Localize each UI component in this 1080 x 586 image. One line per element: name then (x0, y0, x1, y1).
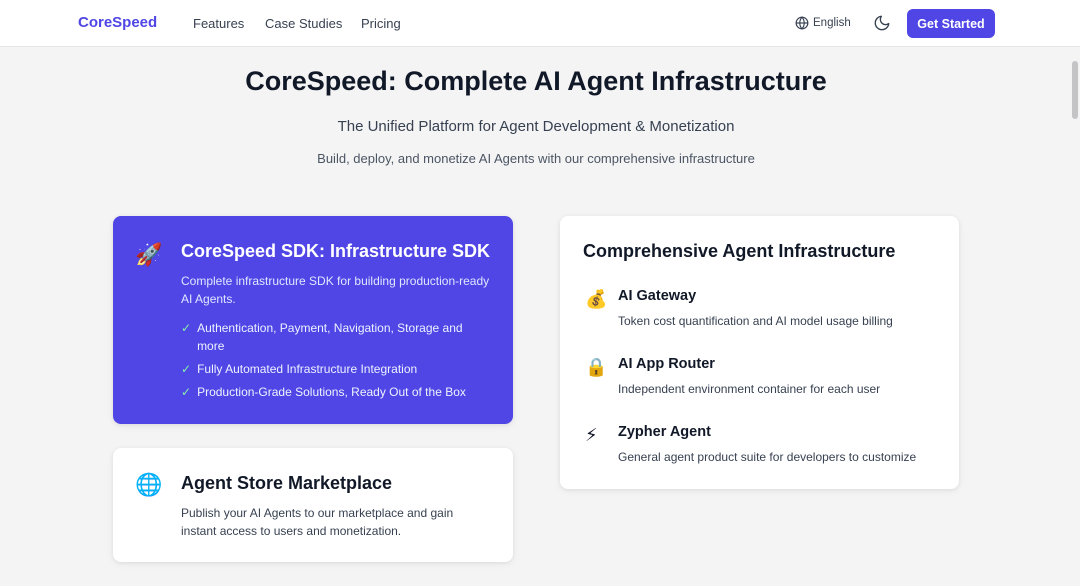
infra-item-ai-gateway: 💰 AI Gateway Token cost quantification a… (583, 288, 943, 338)
infra-item-description: General agent product suite for develope… (618, 450, 917, 464)
infra-card-title: Comprehensive Agent Infrastructure (583, 241, 896, 261)
feature-text: Fully Automated Infrastructure Integrati… (197, 362, 418, 376)
globe-icon (795, 16, 809, 30)
hero-description: Build, deploy, and monetize AI Agents wi… (317, 151, 755, 166)
store-card-description: Publish your AI Agents to our marketplac… (181, 506, 454, 538)
page-title: CoreSpeed: Complete AI Agent Infrastruct… (245, 66, 827, 96)
infra-item-title: AI App Router (618, 356, 715, 372)
nav-link-pricing[interactable]: Pricing (361, 16, 401, 31)
feature-text: Authentication, Payment, Navigation, Sto… (197, 321, 463, 353)
infra-item-description: Token cost quantification and AI model u… (618, 314, 893, 328)
scrollbar-thumb[interactable] (1072, 61, 1078, 119)
nav-link-features[interactable]: Features (193, 16, 244, 31)
lightning-icon: ⚡ (585, 425, 598, 445)
check-icon: ✓ (181, 321, 192, 335)
sdk-card: 🚀 CoreSpeed SDK: Infrastructure SDK Comp… (113, 216, 513, 424)
get-started-button[interactable]: Get Started (907, 9, 995, 38)
infra-item-title: AI Gateway (618, 288, 697, 304)
infra-item-ai-app-router: 🔒 AI App Router Independent environment … (583, 356, 943, 406)
moon-icon[interactable] (873, 14, 891, 32)
language-label: English (813, 17, 851, 29)
brand-logo[interactable]: CoreSpeed (78, 14, 157, 31)
sdk-card-title: CoreSpeed SDK: Infrastructure SDK (181, 241, 491, 261)
infra-item-title: Zypher Agent (618, 424, 711, 440)
list-item: ✓ Fully Automated Infrastructure Integra… (181, 360, 481, 378)
lock-icon: 🔒 (585, 357, 608, 377)
hero-subtitle: The Unified Platform for Agent Developme… (337, 118, 735, 135)
language-selector[interactable]: English (795, 16, 851, 30)
sdk-card-description: Complete infrastructure SDK for building… (181, 274, 490, 306)
check-icon: ✓ (181, 385, 192, 399)
infrastructure-card: Comprehensive Agent Infrastructure 💰 AI … (560, 216, 959, 489)
infra-item-zypher-agent: ⚡ Zypher Agent General agent product sui… (583, 424, 943, 474)
sdk-feature-list: ✓ Authentication, Payment, Navigation, S… (181, 319, 481, 406)
list-item: ✓ Authentication, Payment, Navigation, S… (181, 319, 481, 355)
nav-link-case-studies[interactable]: Case Studies (265, 16, 342, 31)
rocket-icon: 🚀 (135, 242, 163, 267)
check-icon: ✓ (181, 362, 192, 376)
list-item: ✓ Production-Grade Solutions, Ready Out … (181, 383, 481, 401)
store-card-title: Agent Store Marketplace (181, 473, 393, 493)
money-bag-icon: 💰 (585, 289, 608, 309)
feature-text: Production-Grade Solutions, Ready Out of… (197, 385, 466, 399)
top-navbar: CoreSpeed Features Case Studies Pricing … (0, 0, 1080, 47)
infra-item-description: Independent environment container for ea… (618, 382, 881, 396)
agent-store-card: 🌐 Agent Store Marketplace Publish your A… (113, 448, 513, 562)
globe-emoji-icon: 🌐 (135, 472, 163, 497)
